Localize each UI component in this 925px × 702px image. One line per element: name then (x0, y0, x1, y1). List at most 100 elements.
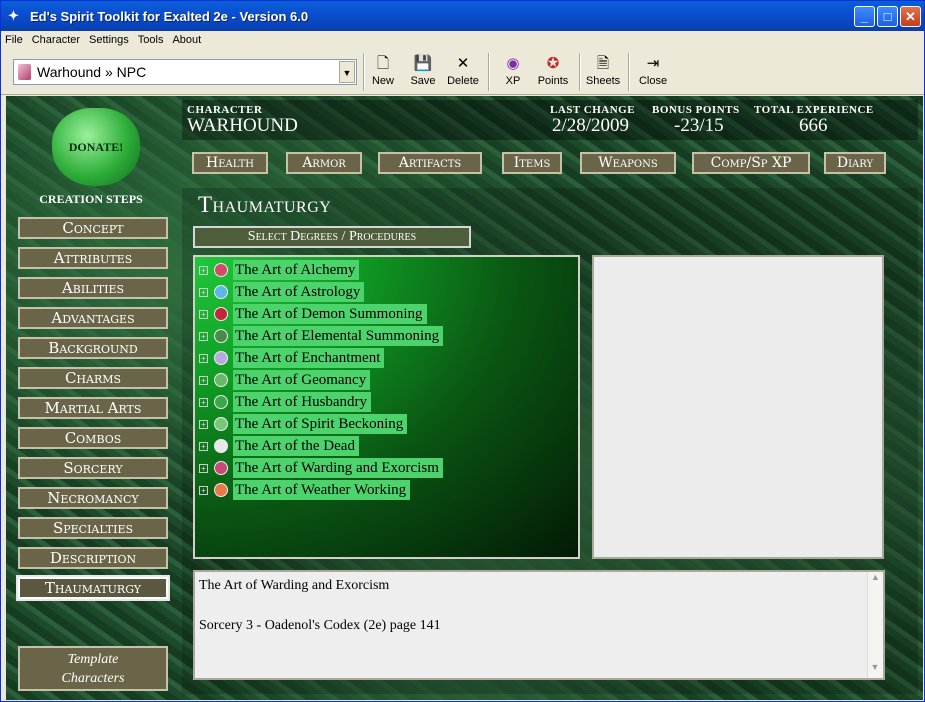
new-file-icon: 🗋 (376, 55, 390, 72)
geomancy-icon (214, 373, 228, 387)
description-source: Sorcery 3 - Oadenol's Codex (2e) page 14… (199, 618, 441, 633)
step-description[interactable]: Description (18, 547, 168, 569)
nav-weapons[interactable]: Weapons (580, 152, 676, 174)
elemental-summoning-icon (214, 329, 228, 343)
step-necromancy[interactable]: Necromancy (18, 487, 168, 509)
scroll-up-icon[interactable]: ▲ (868, 572, 883, 588)
spirit-beckoning-icon (214, 417, 228, 431)
step-specialties[interactable]: Specialties (18, 517, 168, 539)
expand-icon[interactable]: + (199, 353, 208, 363)
step-abilities[interactable]: Abilities (18, 277, 168, 299)
nav-comp-sp-xp[interactable]: Comp/Sp XP (692, 152, 810, 174)
expand-icon[interactable]: + (199, 397, 208, 407)
close-button[interactable]: ⇥ Close (637, 53, 669, 93)
nav-artifacts[interactable]: Artifacts (378, 152, 482, 174)
husbandry-icon (214, 395, 228, 409)
description-scrollbar[interactable]: ▲ ▼ (867, 572, 883, 678)
step-thaumaturgy[interactable]: Thaumaturgy (18, 577, 168, 599)
tree-item[interactable]: + The Art of Husbandry (199, 391, 372, 413)
character-selector[interactable]: Warhound » NPC ▼ (13, 59, 357, 85)
app-window: ✦ Ed's Spirit Toolkit for Exalted 2e - V… (0, 0, 925, 702)
expand-icon[interactable]: + (199, 375, 208, 385)
donate-button[interactable]: DONATE! (52, 108, 140, 186)
astrology-icon (214, 285, 228, 299)
tree-item[interactable]: + The Art of Elemental Summoning (199, 325, 444, 347)
toolbar-separator (363, 53, 365, 91)
nav-items[interactable]: Items (502, 152, 562, 174)
expand-icon[interactable]: + (199, 463, 208, 473)
character-selector-value: Warhound » NPC (37, 64, 147, 80)
sheets-button[interactable]: 🗎 Sheets (584, 53, 622, 93)
nav-diary[interactable]: Diary (824, 152, 886, 174)
menu-file[interactable]: File (1, 34, 28, 46)
tree-item[interactable]: + The Art of Enchantment (199, 347, 385, 369)
alchemy-icon (214, 263, 228, 277)
template-label-line2: Characters (61, 671, 125, 686)
menu-settings[interactable]: Settings (85, 34, 134, 46)
expand-icon[interactable]: + (199, 265, 208, 275)
gem-icon (18, 64, 31, 80)
step-attributes[interactable]: Attributes (18, 247, 168, 269)
close-door-icon: ⇥ (646, 55, 660, 72)
tree-item[interactable]: + The Art of Warding and Exorcism (199, 457, 443, 479)
new-button[interactable]: 🗋 New (369, 53, 397, 93)
sidebar: DONATE! CREATION STEPS Concept Attribute… (6, 96, 181, 700)
description-box[interactable]: The Art of Warding and Exorcism Sorcery … (193, 570, 885, 680)
dead-icon (214, 439, 228, 453)
step-combos[interactable]: Combos (18, 427, 168, 449)
save-button[interactable]: 💾 Save (406, 53, 440, 93)
minimize-button[interactable]: _ (854, 6, 875, 27)
step-concept[interactable]: Concept (18, 217, 168, 239)
template-characters-button[interactable]: Template Characters (18, 646, 168, 691)
step-background[interactable]: Background (18, 337, 168, 359)
step-charms[interactable]: Charms (18, 367, 168, 389)
scroll-down-icon[interactable]: ▼ (868, 662, 882, 678)
step-advantages[interactable]: Advantages (18, 307, 168, 329)
save-icon: 💾 (413, 55, 433, 72)
character-name: WARHOUND (187, 115, 298, 136)
details-panel (592, 255, 884, 559)
nav-armor[interactable]: Armor (286, 152, 362, 174)
maximize-button[interactable]: □ (877, 6, 898, 27)
sheets-icon: 🗎 (596, 55, 610, 72)
tree-item[interactable]: + The Art of Weather Working (199, 479, 411, 501)
chevron-down-icon[interactable]: ▼ (339, 61, 355, 83)
menu-tools[interactable]: Tools (134, 34, 169, 46)
arts-tree[interactable]: + The Art of Alchemy + The Art of Astrolog… (193, 255, 580, 559)
tree-item[interactable]: + The Art of Geomancy (199, 369, 371, 391)
expand-icon[interactable]: + (199, 441, 208, 451)
weather-working-icon (214, 483, 228, 497)
window-title: Ed's Spirit Toolkit for Exalted 2e - Ver… (30, 8, 309, 24)
tree-item[interactable]: + The Art of Alchemy (199, 259, 360, 281)
menu-about[interactable]: About (168, 34, 206, 46)
expand-icon[interactable]: + (199, 287, 208, 297)
character-header: CHARACTER WARHOUND LAST CHANGE 2/28/2009… (182, 100, 918, 140)
expand-icon[interactable]: + (199, 485, 208, 495)
expand-icon[interactable]: + (199, 309, 208, 319)
step-martial-arts[interactable]: Martial Arts (18, 397, 168, 419)
delete-button[interactable]: ✕ Delete (445, 53, 481, 93)
xp-icon: ◉ (506, 55, 520, 72)
tree-item[interactable]: + The Art of Spirit Beckoning (199, 413, 408, 435)
demon-summoning-icon (214, 307, 228, 321)
expand-icon[interactable]: + (199, 419, 208, 429)
tree-item[interactable]: + The Art of the Dead (199, 435, 359, 457)
menu-character[interactable]: Character (28, 34, 85, 46)
close-window-button[interactable]: ✕ (900, 6, 921, 27)
toolbar: Warhound » NPC ▼ 🗋 New 💾 Save ✕ Delete ◉ XP … (1, 49, 924, 95)
expand-icon[interactable]: + (199, 331, 208, 341)
main-area: DONATE! CREATION STEPS Concept Attribute… (6, 96, 923, 700)
select-degrees-button[interactable]: Select Degrees / Procedures (193, 226, 471, 248)
xp-button[interactable]: ◉ XP (499, 53, 527, 93)
template-label-line1: Template (67, 652, 119, 667)
total-experience-value: 666 (799, 115, 828, 136)
tree-item[interactable]: + The Art of Demon Summoning (199, 303, 427, 325)
nav-health[interactable]: Health (192, 152, 268, 174)
points-icon: ✪ (546, 55, 560, 72)
points-button[interactable]: ✪ Points (534, 53, 572, 93)
toolbar-separator (488, 53, 490, 91)
tree-item[interactable]: + The Art of Astrology (199, 281, 365, 303)
creation-steps-title: CREATION STEPS (39, 192, 143, 206)
step-sorcery[interactable]: Sorcery (18, 457, 168, 479)
menu-bar: File Character Settings Tools About (1, 31, 924, 49)
